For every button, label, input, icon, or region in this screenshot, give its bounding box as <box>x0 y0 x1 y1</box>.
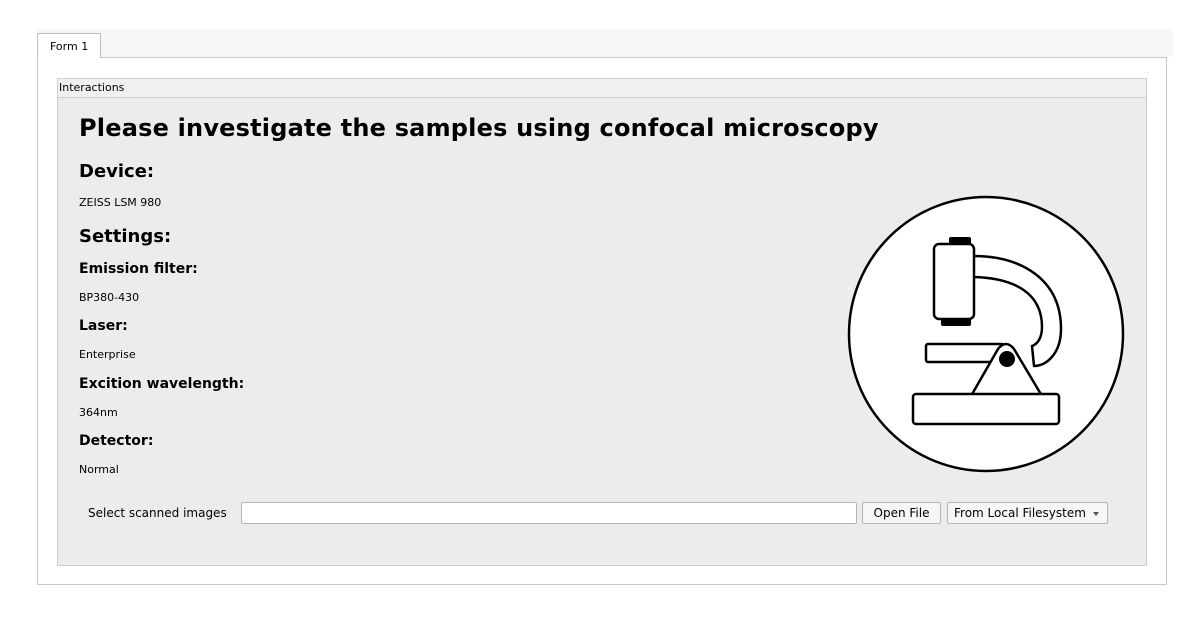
open-file-button[interactable]: Open File <box>862 502 941 524</box>
device-heading: Device: <box>79 161 155 182</box>
source-dropdown-value: From Local Filesystem <box>954 506 1086 520</box>
emission-filter-label: Emission filter: <box>79 261 198 277</box>
laser-value: Enterprise <box>79 348 136 361</box>
select-images-label: Select scanned images <box>88 506 227 520</box>
detector-value: Normal <box>79 463 119 476</box>
detector-label: Detector: <box>79 433 154 449</box>
page-title: Please investigate the samples using con… <box>79 114 879 142</box>
chevron-down-icon <box>1093 512 1099 516</box>
tab-bar <box>37 29 1173 57</box>
emission-filter-value: BP380-430 <box>79 291 140 304</box>
device-value: ZEISS LSM 980 <box>79 196 162 209</box>
tab-form-1[interactable]: Form 1 <box>37 33 101 58</box>
microscope-icon <box>847 195 1125 473</box>
settings-heading: Settings: <box>79 226 172 247</box>
excitation-wavelength-value: 364nm <box>79 406 118 419</box>
laser-label: Laser: <box>79 318 128 334</box>
file-path-input[interactable] <box>241 502 857 524</box>
group-box-title: Interactions <box>57 78 1147 97</box>
source-dropdown[interactable]: From Local Filesystem <box>947 502 1108 524</box>
excitation-wavelength-label: Excition wavelength: <box>79 376 245 392</box>
